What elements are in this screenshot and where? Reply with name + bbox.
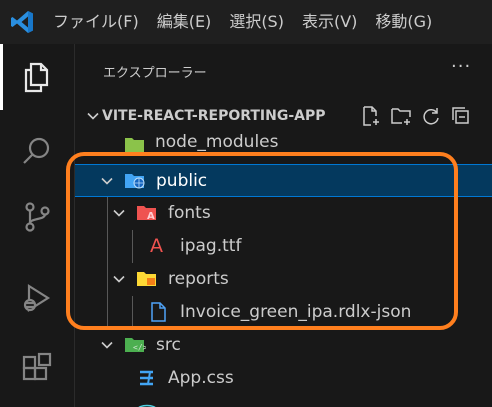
tree-label: ipag.ttf: [180, 236, 242, 256]
tree-item-ipag-ttf[interactable]: A ipag.ttf: [75, 230, 492, 263]
tree-label: fonts: [168, 203, 211, 223]
menu-bar: ファイル(F) 編集(E) 選択(S) 表示(V) 移動(G): [0, 0, 492, 44]
chevron-down-icon: [101, 177, 113, 185]
menu-file[interactable]: ファイル(F): [44, 0, 148, 44]
file-icon: [151, 302, 166, 322]
run-debug-activity-button[interactable]: [0, 265, 74, 331]
tree-label: src: [156, 335, 181, 355]
menu-view[interactable]: 表示(V): [293, 0, 366, 44]
extensions-icon: [22, 352, 52, 381]
react-file-icon: [138, 404, 156, 407]
section-actions: [360, 105, 472, 127]
active-indicator: [0, 44, 3, 110]
explorer-title: エクスプローラー: [103, 66, 207, 81]
more-actions-icon[interactable]: ···: [451, 56, 471, 77]
css-file-icon: [140, 370, 153, 386]
folder-reports-icon: [137, 272, 156, 286]
tree-label: App.css: [168, 368, 234, 388]
chevron-down-icon: [101, 341, 113, 349]
new-file-icon[interactable]: [360, 105, 382, 127]
source-control-icon: [25, 202, 50, 232]
activity-bar: [0, 44, 75, 407]
chevron-down-icon: [113, 209, 125, 217]
collapse-all-icon[interactable]: [450, 105, 472, 127]
menu-go[interactable]: 移動(G): [366, 0, 441, 44]
menu-edit[interactable]: 編集(E): [148, 0, 221, 44]
tree-item-public[interactable]: public: [75, 164, 492, 197]
files-icon: [24, 62, 49, 93]
workspace-section-header[interactable]: VITE-REACT-REPORTING-APP: [75, 102, 492, 130]
vscode-logo-icon: [0, 0, 44, 44]
refresh-icon[interactable]: [420, 105, 442, 127]
tree-item-fonts[interactable]: A fonts: [75, 197, 492, 230]
tree-label: Invoice_green_ipa.rdlx-json: [180, 302, 412, 322]
search-activity-button[interactable]: [0, 118, 74, 184]
folder-src-icon: </>: [125, 338, 146, 352]
tree-label: public: [156, 171, 208, 191]
tree-item-reports[interactable]: reports: [75, 263, 492, 296]
tree-item-partial[interactable]: [75, 395, 492, 407]
tree-item-invoice-json[interactable]: Invoice_green_ipa.rdlx-json: [75, 296, 492, 329]
source-control-activity-button[interactable]: [0, 184, 74, 250]
explorer-sidebar: エクスプローラー ··· VITE-REACT-REPORTING-APP no: [75, 44, 492, 407]
folder-node-icon: [125, 138, 144, 152]
new-folder-icon[interactable]: [390, 105, 412, 127]
workspace-title: VITE-REACT-REPORTING-APP: [102, 108, 326, 124]
extensions-activity-button[interactable]: [0, 336, 74, 402]
svg-text:</>: </>: [133, 343, 146, 352]
search-icon: [23, 137, 50, 164]
explorer-activity-button[interactable]: [0, 44, 74, 110]
run-debug-icon: [23, 284, 51, 312]
folder-fonts-icon: A: [137, 206, 156, 222]
font-file-icon: A: [150, 235, 163, 255]
tree-item-node-modules[interactable]: node_modules: [75, 132, 492, 154]
svg-text:A: A: [150, 235, 163, 255]
svg-text:A: A: [147, 211, 155, 222]
tree-label: node_modules: [155, 132, 279, 152]
tree-label: reports: [168, 269, 229, 289]
chevron-down-icon: [113, 275, 125, 283]
folder-public-icon: [125, 174, 145, 189]
tree-item-app-css[interactable]: App.css: [75, 362, 492, 395]
menu-selection[interactable]: 選択(S): [220, 0, 293, 44]
chevron-down-icon: [87, 112, 99, 120]
tree-item-src[interactable]: </> src: [75, 329, 492, 362]
